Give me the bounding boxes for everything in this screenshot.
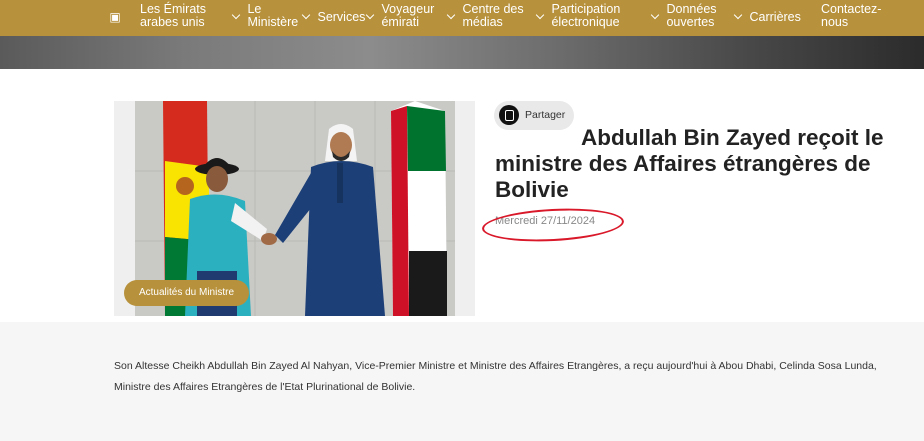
chevron-down-icon <box>535 10 545 19</box>
red-annotation-circle <box>481 205 625 245</box>
chevron-down-icon <box>231 10 241 19</box>
nav-item-emirats[interactable]: Les Émirats arabes unis <box>140 3 206 33</box>
chevron-down-icon <box>733 10 743 20</box>
nav-item-participation[interactable]: Participation électronique <box>535 2 621 33</box>
nav-item-label: émirati <box>381 15 419 29</box>
nav-item-donnees[interactable]: Données ouvertes <box>650 2 717 33</box>
nav-item-label: Le <box>247 2 262 16</box>
nav-item-label: Carrières <box>749 9 801 24</box>
share-icon <box>499 105 519 125</box>
chevron-down-icon <box>365 10 375 19</box>
nav-item-label: électronique <box>551 15 620 29</box>
article-title: Abdullah Bin Zayed reçoit le ministre de… <box>495 125 884 202</box>
article-header: Actualités du Ministre Partager Abdullah… <box>0 69 924 322</box>
nav-item-label: Centre des <box>462 2 524 16</box>
article-paragraph: Son Altesse Cheikh Abdullah Bin Zayed Al… <box>114 360 877 393</box>
nav-item-label: Contactez- <box>821 2 882 16</box>
nav-item-label: médias <box>462 15 503 29</box>
nav-item-label: Voyageur <box>381 2 435 16</box>
nav-item-contact[interactable]: Contactez-nous <box>821 3 881 33</box>
nav-item-label: nous <box>821 15 849 29</box>
category-badge[interactable]: Actualités du Ministre <box>124 280 249 306</box>
nav-item-voyageur[interactable]: Voyageur émirati <box>365 2 435 33</box>
nav-item-label: Données <box>666 2 717 16</box>
nav-item-label: Services <box>317 9 366 24</box>
nav-item-medias[interactable]: Centre des médias <box>446 2 524 33</box>
chevron-down-icon <box>446 10 456 19</box>
nav-item-label: arabes unis <box>140 15 205 29</box>
nav-item-label: Les Émirats <box>140 2 206 16</box>
nav-item-label: Ministère <box>247 15 299 29</box>
home-icon[interactable]: ▣ <box>107 8 123 26</box>
chevron-down-icon <box>650 10 660 19</box>
nav-item-services[interactable]: Services <box>301 0 366 30</box>
nav-item-ministere[interactable]: Le Ministère <box>231 2 299 33</box>
nav-item-label: Participation <box>551 2 621 16</box>
hero-banner <box>0 36 924 69</box>
nav-item-carrieres[interactable]: Carrières <box>733 0 801 30</box>
article-paragraph-cutoff <box>114 420 894 441</box>
main-navbar: ▣ Les Émirats arabes unis Le Ministère Ser… <box>0 0 924 36</box>
nav-item-label: ouvertes <box>666 15 715 29</box>
chevron-down-icon <box>301 10 311 20</box>
